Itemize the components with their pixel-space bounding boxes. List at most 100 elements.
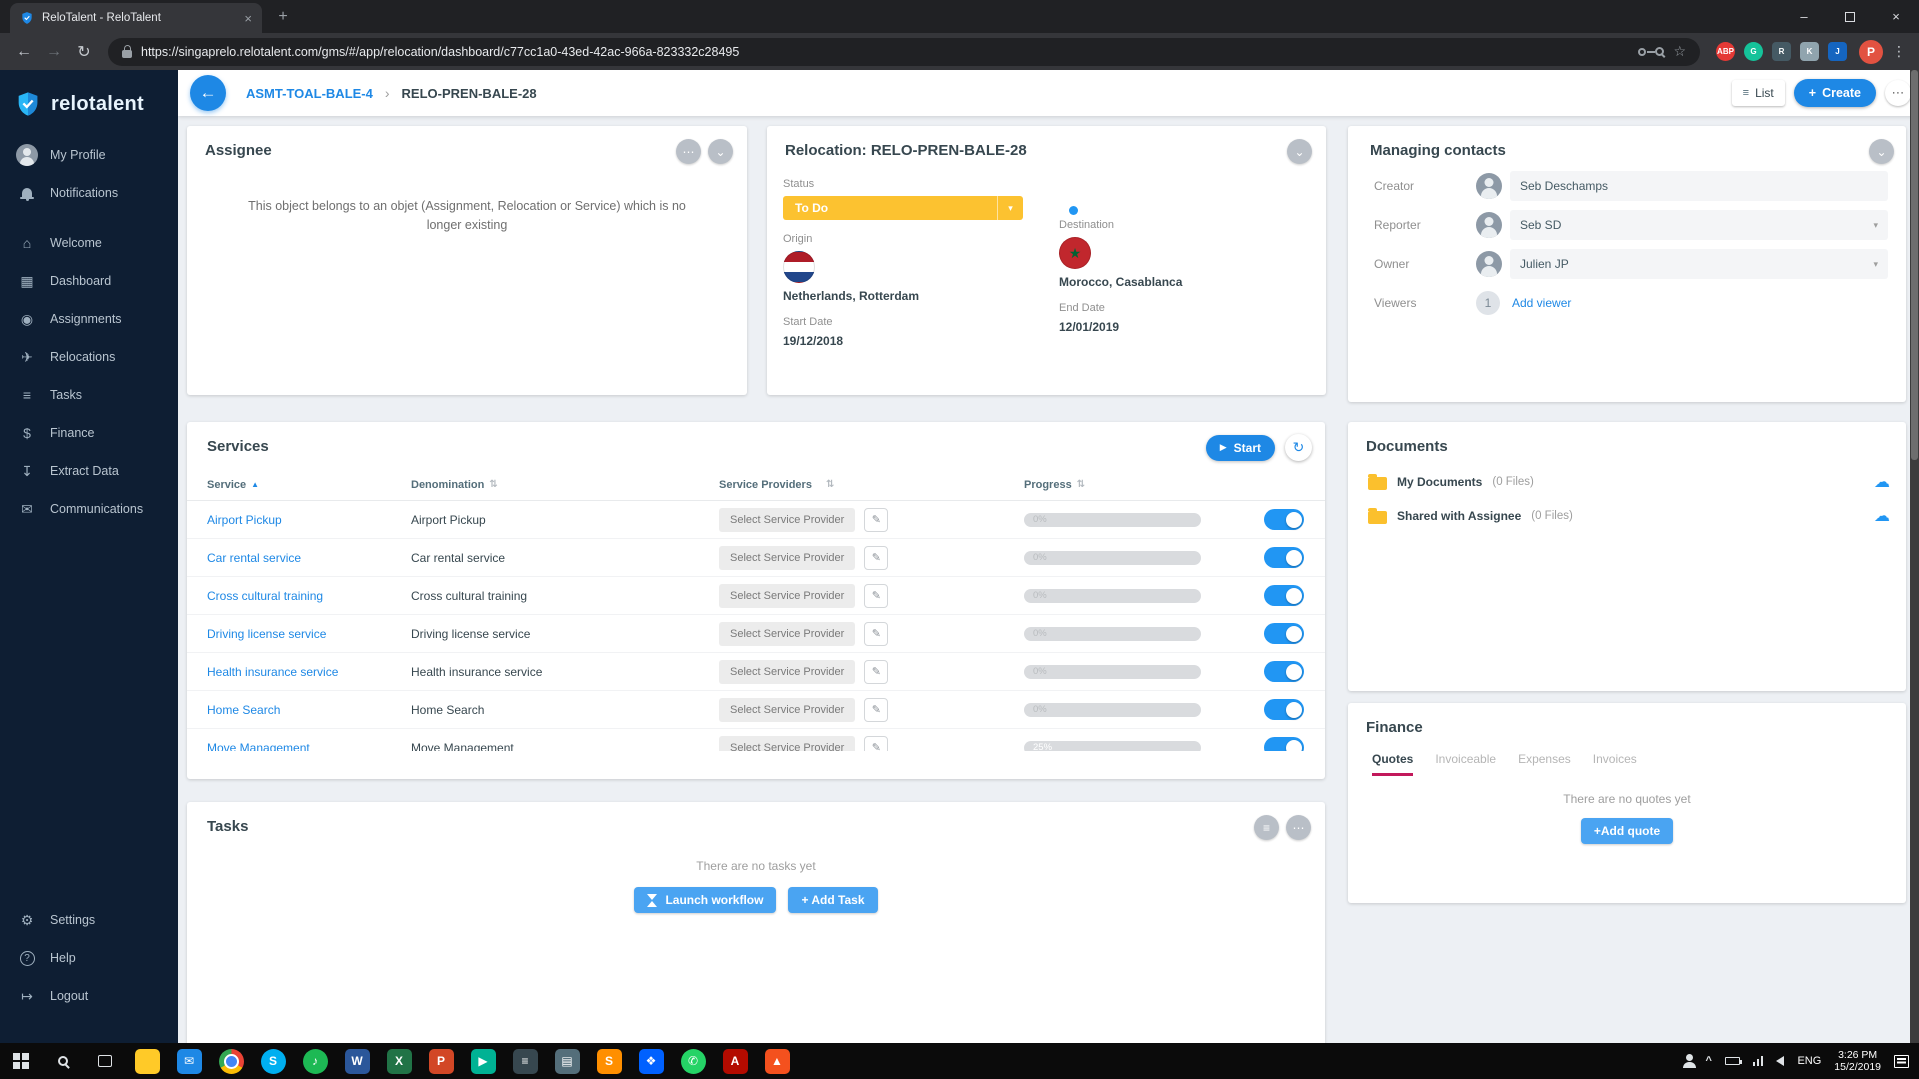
people-icon[interactable] (1682, 1054, 1696, 1068)
taskbar-app-button[interactable]: ❖ (630, 1043, 672, 1079)
document-folder-row[interactable]: Shared with Assignee (0 Files) ☁ (1348, 499, 1906, 533)
cloud-upload-icon[interactable]: ☁ (1874, 472, 1890, 492)
column-service[interactable]: Service (207, 479, 246, 491)
column-service-providers[interactable]: Service Providers (719, 479, 812, 491)
finance-tab[interactable]: Invoiceable (1435, 752, 1496, 776)
reporter-select[interactable]: Seb SD ▾ (1510, 210, 1888, 240)
sidebar-item-tasks[interactable]: ≡ Tasks (0, 376, 178, 414)
url-text[interactable]: https://singaprelo.relotalent.com/gms/#/… (141, 45, 1629, 59)
tasks-more-button[interactable]: ⋯ (1286, 815, 1311, 840)
add-viewer-link[interactable]: Add viewer (1512, 296, 1571, 310)
sidebar-item-notifications[interactable]: Notifications (0, 174, 178, 212)
browser-profile-avatar[interactable]: P (1859, 39, 1883, 64)
sidebar-item-help[interactable]: ? Help (0, 939, 178, 977)
service-link[interactable]: Move Management (207, 741, 310, 752)
address-bar[interactable]: https://singaprelo.relotalent.com/gms/#/… (108, 37, 1700, 66)
column-denomination[interactable]: Denomination (411, 479, 484, 491)
browser-extension-icon[interactable]: ABP (1716, 42, 1735, 61)
edit-provider-button[interactable]: ✎ (864, 659, 889, 684)
service-enabled-toggle[interactable] (1264, 509, 1304, 530)
volume-icon[interactable] (1776, 1056, 1785, 1066)
taskbar-app-button[interactable]: ✆ (672, 1043, 714, 1079)
list-view-button[interactable]: ≡ List (1731, 80, 1785, 106)
add-task-button[interactable]: + Add Task (788, 887, 878, 913)
window-maximize-button[interactable] (1827, 0, 1873, 33)
sidebar-item-dashboard[interactable]: ▦ Dashboard (0, 262, 178, 300)
breadcrumb-parent-link[interactable]: ASMT-TOAL-BALE-4 (246, 86, 373, 101)
taskbar-app-button[interactable]: S (588, 1043, 630, 1079)
sidebar-item-my-profile[interactable]: My Profile (0, 136, 178, 174)
sidebar-item-settings[interactable]: ⚙ Settings (0, 901, 178, 939)
edit-provider-button[interactable]: ✎ (864, 507, 889, 532)
zoom-icon[interactable] (1655, 47, 1665, 56)
assignee-collapse-button[interactable]: ⌄ (708, 139, 733, 164)
back-button[interactable]: ← (190, 75, 226, 111)
taskbar-app-button[interactable]: S (252, 1043, 294, 1079)
sidebar-item-finance[interactable]: $ Finance (0, 414, 178, 452)
window-close-button[interactable]: × (1873, 0, 1919, 33)
browser-extension-icon[interactable]: R (1772, 42, 1791, 61)
service-enabled-toggle[interactable] (1264, 623, 1304, 644)
tray-expand-icon[interactable]: ^ (1706, 1055, 1712, 1067)
language-indicator[interactable]: ENG (1797, 1055, 1821, 1067)
assignee-more-button[interactable]: ⋯ (676, 139, 701, 164)
taskbar-clock[interactable]: 3:26 PM 15/2/2019 (1834, 1049, 1881, 1074)
sidebar-item-logout[interactable]: ↦ Logout (0, 977, 178, 1015)
select-provider-dropdown[interactable]: Select Service Provider (719, 621, 856, 646)
relocation-collapse-button[interactable]: ⌄ (1287, 139, 1312, 164)
tasks-list-view-button[interactable]: ≡ (1254, 815, 1279, 840)
document-folder-row[interactable]: My Documents (0 Files) ☁ (1348, 465, 1906, 499)
service-enabled-toggle[interactable] (1264, 737, 1304, 751)
edit-provider-button[interactable]: ✎ (864, 735, 889, 751)
finance-tab[interactable]: Expenses (1518, 752, 1571, 776)
sidebar-item-communications[interactable]: ✉ Communications (0, 490, 178, 528)
edit-provider-button[interactable]: ✎ (864, 621, 889, 646)
taskbar-app-button[interactable] (126, 1043, 168, 1079)
service-link[interactable]: Cross cultural training (207, 589, 323, 603)
cloud-upload-icon[interactable]: ☁ (1874, 506, 1890, 526)
browser-extension-icon[interactable]: J (1828, 42, 1847, 61)
taskbar-app-button[interactable]: ≡ (504, 1043, 546, 1079)
refresh-services-button[interactable]: ↻ (1285, 434, 1312, 461)
browser-menu-icon[interactable]: ⋮ (1889, 43, 1909, 60)
battery-icon[interactable] (1724, 1057, 1742, 1065)
select-provider-dropdown[interactable]: Select Service Provider (719, 697, 856, 722)
browser-extension-icon[interactable]: K (1800, 42, 1819, 61)
bookmark-star-icon[interactable]: ☆ (1673, 43, 1686, 60)
service-enabled-toggle[interactable] (1264, 547, 1304, 568)
taskbar-app-button[interactable]: ▶ (462, 1043, 504, 1079)
taskbar-app-button[interactable]: W (336, 1043, 378, 1079)
owner-select[interactable]: Julien JP ▾ (1510, 249, 1888, 279)
taskbar-app-button[interactable]: P (420, 1043, 462, 1079)
column-progress[interactable]: Progress (1024, 479, 1072, 491)
service-link[interactable]: Home Search (207, 703, 280, 717)
sidebar-item-relocations[interactable]: ✈ Relocations (0, 338, 178, 376)
service-link[interactable]: Airport Pickup (207, 513, 282, 527)
task-view-button[interactable] (84, 1043, 126, 1079)
header-more-button[interactable]: ⋯ (1885, 80, 1911, 106)
sidebar-item-extract-data[interactable]: ↧ Extract Data (0, 452, 178, 490)
service-link[interactable]: Driving license service (207, 627, 326, 641)
tab-close-icon[interactable]: × (244, 11, 252, 26)
select-provider-dropdown[interactable]: Select Service Provider (719, 735, 856, 751)
edit-provider-button[interactable]: ✎ (864, 545, 889, 570)
action-center-icon[interactable] (1894, 1054, 1909, 1068)
taskbar-app-button[interactable] (210, 1043, 252, 1079)
launch-workflow-button[interactable]: Launch workflow (634, 887, 777, 913)
new-tab-button[interactable]: + (270, 4, 296, 30)
start-button[interactable] (0, 1043, 42, 1079)
browser-reload-button[interactable]: ↻ (70, 42, 98, 62)
taskbar-app-button[interactable]: ✉ (168, 1043, 210, 1079)
contacts-collapse-button[interactable]: ⌄ (1869, 139, 1894, 164)
taskbar-app-button[interactable]: X (378, 1043, 420, 1079)
taskbar-app-button[interactable]: ▤ (546, 1043, 588, 1079)
select-provider-dropdown[interactable]: Select Service Provider (719, 659, 856, 684)
browser-tab[interactable]: ReloTalent - ReloTalent × (10, 3, 262, 33)
status-dropdown[interactable]: To Do ▾ (783, 196, 1023, 220)
taskbar-search-button[interactable] (42, 1043, 84, 1079)
edit-provider-button[interactable]: ✎ (864, 583, 889, 608)
page-scrollbar-thumb[interactable] (1911, 70, 1918, 460)
page-scrollbar[interactable] (1910, 70, 1919, 1043)
edit-provider-button[interactable]: ✎ (864, 697, 889, 722)
taskbar-app-button[interactable]: A (714, 1043, 756, 1079)
